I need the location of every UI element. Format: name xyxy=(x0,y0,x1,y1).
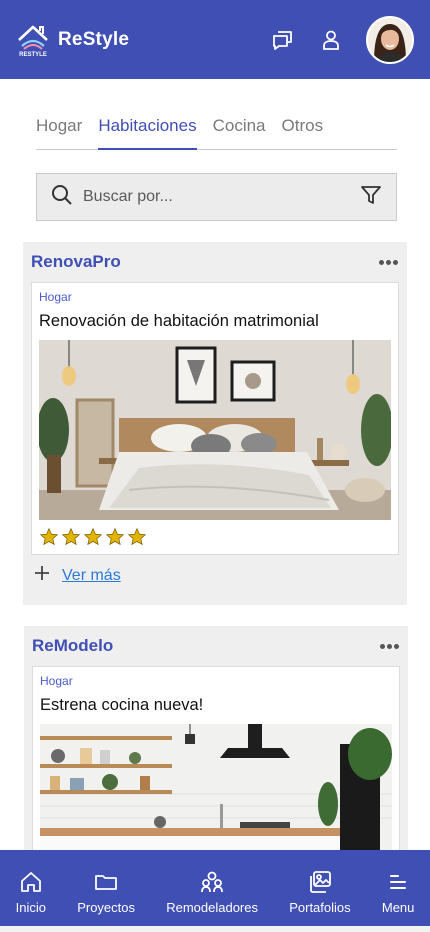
star-icon xyxy=(83,527,103,546)
company-name[interactable]: ReModelo xyxy=(32,636,113,656)
gallery-icon xyxy=(310,871,331,893)
post-content[interactable]: Hogar Renovación de habitación matrimoni… xyxy=(31,282,399,555)
category-tabs: Hogar Habitaciones Cocina Otros xyxy=(36,112,397,150)
search-icon[interactable] xyxy=(51,184,73,211)
chat-icon[interactable] xyxy=(270,27,296,53)
star-icon xyxy=(127,527,147,546)
post-card: RenovaPro Hogar Renovación de habitación… xyxy=(23,242,407,605)
rating-stars xyxy=(39,526,391,548)
tab-hogar[interactable]: Hogar xyxy=(36,112,82,149)
nav-label: Menu xyxy=(381,900,415,915)
see-more-row[interactable]: Ver más xyxy=(23,555,407,596)
nav-label: Remodeladores xyxy=(166,900,258,915)
see-more-link[interactable]: Ver más xyxy=(62,567,121,585)
post-category: Hogar xyxy=(39,290,72,304)
star-icon xyxy=(39,527,59,546)
tab-otros[interactable]: Otros xyxy=(282,112,324,149)
bottom-navigation: Inicio Proyectos Remodeladores Portafoli… xyxy=(0,850,430,932)
post-card: ReModelo Hogar Estrena cocina nueva! xyxy=(24,626,408,866)
search-input[interactable] xyxy=(83,188,350,206)
nav-remodeladores[interactable]: Remodeladores xyxy=(166,870,258,915)
star-icon xyxy=(105,527,125,546)
top-app-bar: RESTYLE ReStyle xyxy=(0,0,430,79)
post-category: Hogar xyxy=(40,674,73,688)
star-icon xyxy=(61,527,81,546)
folder-icon xyxy=(95,875,117,890)
plus-icon[interactable] xyxy=(34,565,50,586)
bottom-strip xyxy=(0,926,430,932)
brand-name: ReStyle xyxy=(58,28,130,50)
nav-inicio[interactable]: Inicio xyxy=(16,870,46,915)
post-title: Estrena cocina nueva! xyxy=(40,696,204,714)
kitchen-photo xyxy=(40,724,392,854)
company-name[interactable]: RenovaPro xyxy=(31,252,121,272)
nav-proyectos[interactable]: Proyectos xyxy=(77,870,135,915)
more-options-icon[interactable] xyxy=(379,259,398,265)
nav-label: Portafolios xyxy=(289,900,351,915)
menu-icon xyxy=(390,875,407,889)
restyle-logo: RESTYLE xyxy=(16,22,50,58)
post-content[interactable]: Hogar Estrena cocina nueva! xyxy=(32,666,400,861)
search-bar xyxy=(36,173,397,221)
avatar[interactable] xyxy=(366,15,414,64)
logo-text: RESTYLE xyxy=(19,52,47,58)
tab-habitaciones[interactable]: Habitaciones xyxy=(98,112,197,150)
bedroom-photo xyxy=(39,340,391,520)
post-title: Renovación de habitación matrimonial xyxy=(39,312,319,330)
nav-label: Inicio xyxy=(15,900,46,915)
user-icon[interactable] xyxy=(318,27,344,53)
filter-icon[interactable] xyxy=(360,184,382,211)
more-options-icon[interactable] xyxy=(380,643,399,649)
brand[interactable]: RESTYLE ReStyle xyxy=(16,22,129,58)
home-icon xyxy=(20,872,41,892)
tab-cocina[interactable]: Cocina xyxy=(213,112,266,149)
nav-menu[interactable]: Menu xyxy=(381,870,415,915)
nav-label: Proyectos xyxy=(77,900,135,915)
nav-portafolios[interactable]: Portafolios xyxy=(289,870,351,915)
people-icon xyxy=(201,871,224,893)
